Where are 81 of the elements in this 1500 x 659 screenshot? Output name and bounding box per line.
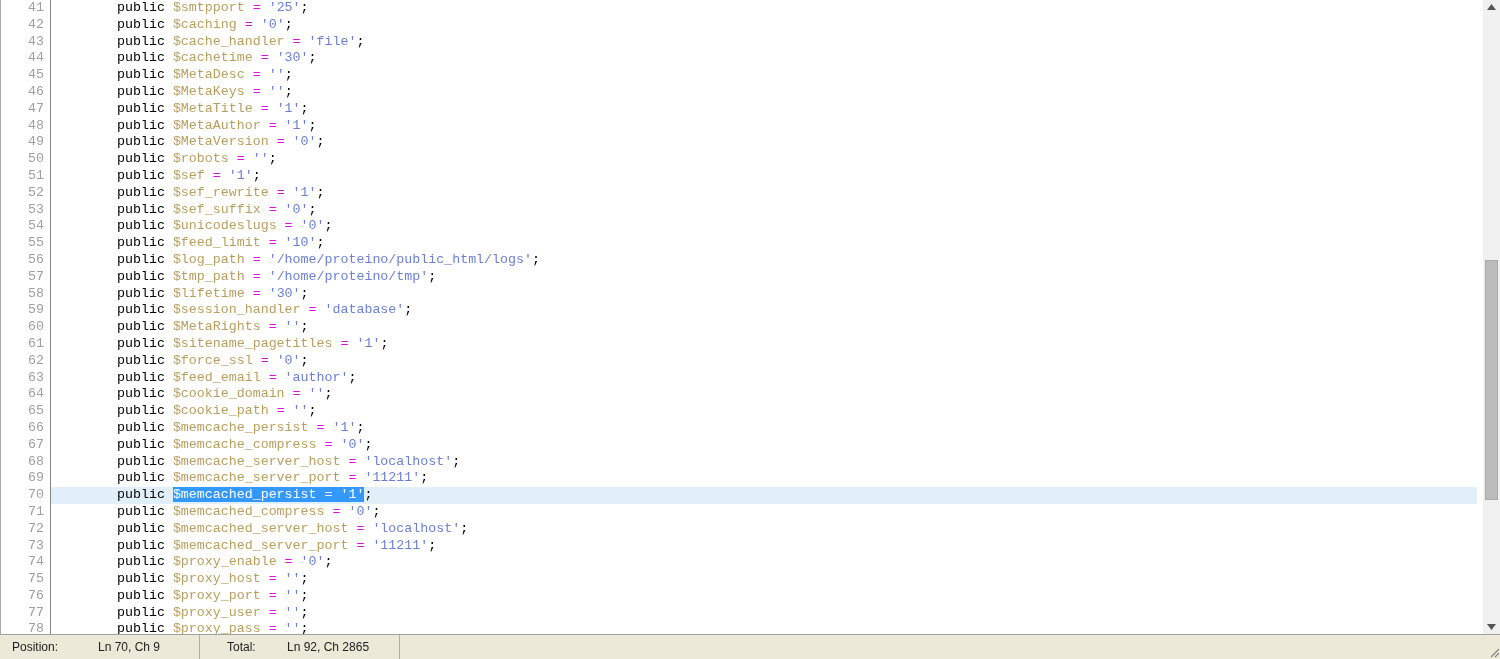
line-number: 47	[1, 100, 51, 118]
code-line: public $smtpport = '25';	[116, 0, 310, 17]
line-number: 75	[1, 571, 51, 588]
code-line: public $feed_email = 'author';	[116, 369, 358, 387]
code-line: public $force_ssl = '0';	[116, 352, 310, 370]
line-number: 49	[1, 134, 51, 152]
code-line: public $cache_handler = 'file';	[116, 33, 366, 51]
line-number: 61	[1, 335, 51, 353]
line-number: 72	[1, 520, 51, 538]
line-number: 63	[1, 369, 51, 387]
code-line: public $MetaDesc = '';	[116, 67, 294, 84]
line-number: 69	[1, 470, 51, 488]
code-line: public $session_handler = 'database';	[116, 302, 414, 320]
line-number: 74	[1, 554, 51, 572]
line-number: 53	[1, 201, 51, 219]
line-number: 76	[1, 587, 51, 605]
code-line: public $sef_suffix = '0';	[116, 201, 318, 219]
line-number: 42	[1, 16, 51, 34]
code-line: public $memcache_server_host = 'localhost';	[116, 453, 462, 471]
resize-grip-icon[interactable]	[1488, 646, 1500, 658]
code-line: public $proxy_port = '';	[116, 587, 310, 605]
line-number: 44	[1, 50, 51, 68]
line-number: 71	[1, 503, 51, 521]
scroll-up-arrow-icon[interactable]	[1487, 4, 1496, 10]
line-number: 54	[1, 218, 51, 236]
code-line: public $robots = '';	[116, 151, 278, 168]
code-line: public $memcached_server_port = '11211';	[116, 537, 438, 555]
code-line: public $proxy_host = '';	[116, 571, 310, 588]
code-line: public $feed_limit = '10';	[116, 235, 326, 252]
line-number: 55	[1, 235, 51, 252]
code-line: public $MetaTitle = '1';	[116, 100, 310, 118]
line-number: 64	[1, 386, 51, 404]
line-number: 48	[1, 117, 51, 135]
line-number: 58	[1, 285, 51, 303]
status-label: Position:	[12, 639, 60, 656]
line-number: 52	[1, 184, 51, 202]
code-line: public $memcached_compress = '0';	[116, 503, 382, 521]
line-number: 41	[1, 0, 51, 17]
line-number: 65	[1, 403, 51, 420]
line-number: 66	[1, 419, 51, 437]
code-line: public $memcache_compress = '0';	[116, 436, 374, 454]
code-line: public $MetaAuthor = '1';	[116, 117, 318, 135]
line-number: 56	[1, 251, 51, 269]
line-number: 45	[1, 67, 51, 84]
line-number: 73	[1, 537, 51, 555]
code-line: public $unicodeslugs = '0';	[116, 218, 334, 236]
line-number: 46	[1, 84, 51, 101]
line-number: 43	[1, 33, 51, 51]
code-line: public $lifetime = '30';	[116, 285, 310, 303]
line-number: 51	[1, 167, 51, 185]
code-line: public $sitename_pagetitles = '1';	[116, 335, 390, 353]
vertical-scrollbar[interactable]	[1483, 0, 1500, 634]
code-line: public $memcache_server_port = '11211';	[116, 470, 430, 488]
line-number: 62	[1, 352, 51, 370]
status-value: Ln 70, Ch 9	[98, 639, 161, 656]
code-line: public $proxy_enable = '0';	[116, 554, 334, 572]
line-number: 50	[1, 151, 51, 168]
status-label: Total:	[227, 639, 257, 656]
code-line: public $memcached_server_host = 'localhost';	[116, 520, 470, 538]
line-number: 67	[1, 436, 51, 454]
code-line: public $MetaVersion = '0';	[116, 134, 326, 152]
line-number: 60	[1, 319, 51, 336]
code-line: public $memcache_persist = '1';	[116, 419, 366, 437]
scrollbar-thumb[interactable]	[1485, 260, 1498, 500]
line-number: 59	[1, 302, 51, 320]
line-number: 57	[1, 268, 51, 286]
code-line: public $sef_rewrite = '1';	[116, 184, 326, 202]
code-line: public $cookie_domain = '';	[116, 386, 334, 404]
code-line: public $caching = '0';	[116, 16, 294, 34]
status-value: Ln 92, Ch 2865	[287, 639, 370, 656]
code-line: public $sef = '1';	[116, 167, 262, 185]
code-line: public $proxy_user = '';	[116, 604, 310, 622]
scroll-down-arrow-icon[interactable]	[1487, 624, 1496, 630]
line-number: 77	[1, 604, 51, 622]
line-number: 68	[1, 453, 51, 471]
code-line: public $log_path = '/home/proteino/public_html/logs';	[116, 251, 541, 269]
code-line: public $MetaKeys = '';	[116, 84, 294, 101]
code-line: public $MetaRights = '';	[116, 319, 310, 336]
code-line: public $tmp_path = '/home/proteino/tmp';	[116, 268, 438, 286]
code-line: public $cachetime = '30';	[116, 50, 318, 68]
code-line: public $cookie_path = '';	[116, 403, 318, 420]
